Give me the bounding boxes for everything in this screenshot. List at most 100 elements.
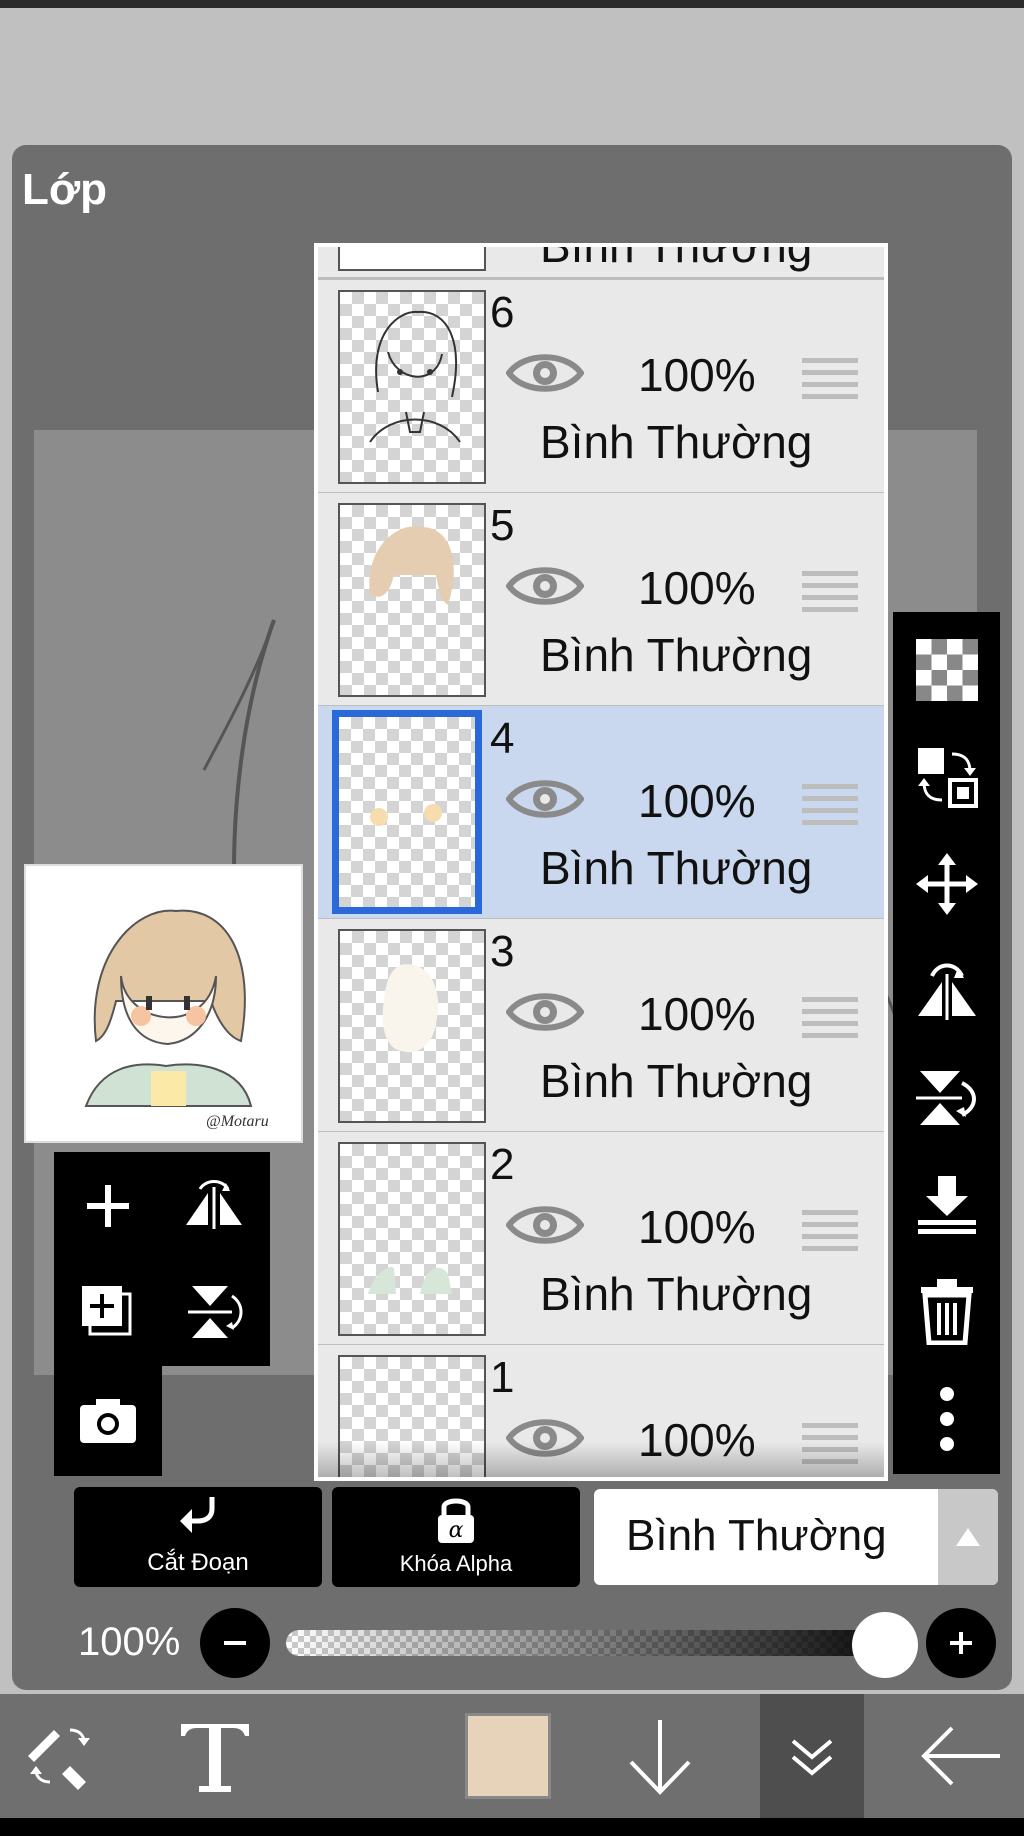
move-button[interactable] xyxy=(893,834,1000,934)
flip-vertical-button[interactable] xyxy=(164,1262,264,1362)
plus-icon xyxy=(87,1185,129,1227)
layer-blend-mode: Bình Thường xyxy=(540,842,813,894)
layer-opacity: 100% xyxy=(638,988,756,1040)
drag-handle-icon xyxy=(802,997,858,1038)
blend-mode-arrow-icon[interactable] xyxy=(938,1489,998,1585)
alpha-lock-button[interactable]: α Khóa Alpha xyxy=(332,1487,580,1587)
visibility-toggle[interactable] xyxy=(505,561,585,611)
delete-layer-button[interactable] xyxy=(893,1262,1000,1362)
back-icon xyxy=(921,1726,1000,1786)
swap-layers-icon xyxy=(917,748,978,808)
top-status-line xyxy=(0,0,1024,8)
down-arrow-icon xyxy=(629,1720,691,1795)
layer-thumbnail[interactable] xyxy=(338,1142,486,1336)
bottom-toolbar xyxy=(0,1694,1024,1818)
add-layer-button[interactable] xyxy=(58,1156,158,1256)
layer-blend-mode: Bình Thường xyxy=(540,629,813,681)
plus-icon xyxy=(950,1632,972,1654)
layer-drag-handle[interactable] xyxy=(802,995,858,1039)
clipping-label: Cắt Đoạn xyxy=(147,1549,249,1576)
transparency-button[interactable] xyxy=(893,620,1000,720)
layer-drag-handle[interactable] xyxy=(802,356,858,400)
left-tool-panel xyxy=(54,1152,270,1532)
camera-button[interactable] xyxy=(58,1370,158,1470)
right-tool-panel xyxy=(893,612,1000,1474)
collapse-icon xyxy=(791,1739,833,1776)
layer-number: 3 xyxy=(490,927,515,976)
color-swatch-button[interactable] xyxy=(458,1694,558,1818)
color-swatch xyxy=(465,1713,551,1799)
eye-icon xyxy=(505,354,585,392)
collapse-button[interactable] xyxy=(760,1694,864,1818)
layer-row-partial: Bình Thường xyxy=(318,247,884,280)
visibility-toggle[interactable] xyxy=(505,774,585,824)
text-tool-button[interactable] xyxy=(160,1694,270,1818)
layer-opacity: 100% xyxy=(638,349,756,401)
flip-down-button[interactable] xyxy=(893,1048,1000,1148)
canvas-preview: @Motaru xyxy=(24,864,303,1143)
layer-row[interactable]: 4 100% Bình Thường xyxy=(318,706,884,921)
eye-icon xyxy=(505,780,585,818)
svg-text:α: α xyxy=(449,1518,464,1543)
layer-blend-mode: Bình Thường xyxy=(540,1055,813,1107)
layer-number: 2 xyxy=(490,1140,515,1189)
panel-title: Lớp xyxy=(22,165,108,214)
visibility-toggle[interactable] xyxy=(505,987,585,1037)
move-icon xyxy=(915,853,978,915)
layer-thumbnail[interactable] xyxy=(338,290,486,484)
layer-row[interactable]: 6 100% Bình Thường xyxy=(318,280,884,495)
system-nav-bar xyxy=(0,1818,1024,1836)
layer-thumbnail[interactable] xyxy=(338,503,486,697)
flip-horizontal-icon xyxy=(186,1180,242,1229)
layer-list[interactable]: Bình Thường 6 100% Bình Thường 5 100% Bình Th… xyxy=(314,243,888,1481)
opacity-slider-track[interactable] xyxy=(286,1630,916,1656)
flip-button[interactable] xyxy=(893,941,1000,1041)
layer-blend-mode: Bình Thường xyxy=(540,416,813,468)
drag-handle-icon xyxy=(802,358,858,399)
flip-horizontal-button[interactable] xyxy=(164,1156,264,1256)
layer-blend-mode: Bình Thường xyxy=(540,1480,812,1481)
layer-number: 4 xyxy=(490,714,515,763)
eye-icon xyxy=(505,1206,585,1244)
opacity-increase-button[interactable] xyxy=(926,1608,996,1678)
layer-opacity: 100% xyxy=(638,1201,756,1253)
down-arrow-button[interactable] xyxy=(608,1694,712,1818)
layer-thumbnail[interactable] xyxy=(332,710,482,914)
brush-eraser-icon xyxy=(28,1728,90,1790)
layer-row[interactable]: 5 100% Bình Thường xyxy=(318,493,884,708)
visibility-toggle[interactable] xyxy=(505,1200,585,1250)
trash-icon xyxy=(920,1279,973,1345)
layer-number: 5 xyxy=(490,501,515,550)
layer-drag-handle[interactable] xyxy=(802,782,858,826)
opacity-slider-knob[interactable] xyxy=(852,1612,918,1678)
opacity-label: 100% xyxy=(78,1620,181,1664)
layer-blend-mode: Bình Thường xyxy=(540,1268,813,1320)
blend-mode-select[interactable]: Bình Thường xyxy=(594,1489,998,1585)
layer-drag-handle[interactable] xyxy=(802,569,858,613)
layer-drag-handle[interactable] xyxy=(802,1208,858,1252)
preview-watermark: @Motaru xyxy=(206,1113,269,1130)
clipping-button[interactable]: Cắt Đoạn xyxy=(74,1487,322,1587)
layer-thumbnail[interactable] xyxy=(338,929,486,1123)
flip-icon xyxy=(917,963,976,1020)
layer-opacity: 100% xyxy=(638,775,756,827)
transparency-icon xyxy=(915,639,978,701)
camera-icon xyxy=(80,1399,136,1443)
drag-handle-icon xyxy=(802,1210,858,1251)
more-options-button[interactable] xyxy=(893,1369,1000,1469)
clipping-arrow-icon xyxy=(180,1497,215,1533)
eye-icon xyxy=(505,567,585,605)
visibility-toggle[interactable] xyxy=(505,348,585,398)
duplicate-layer-button[interactable] xyxy=(58,1262,158,1362)
merge-down-button[interactable] xyxy=(893,1155,1000,1255)
layer-row[interactable]: 2 100% Bình Thường xyxy=(318,1132,884,1347)
flip-vertical-icon xyxy=(188,1286,243,1338)
layer-number: 1 xyxy=(490,1353,515,1402)
back-button[interactable] xyxy=(910,1694,1014,1818)
swap-layers-button[interactable] xyxy=(893,727,1000,827)
opacity-decrease-button[interactable] xyxy=(200,1608,270,1678)
brush-eraser-button[interactable] xyxy=(10,1694,110,1818)
text-icon xyxy=(181,1724,249,1792)
layer-row[interactable]: 3 100% Bình Thường xyxy=(318,919,884,1134)
drag-handle-icon xyxy=(802,571,858,612)
